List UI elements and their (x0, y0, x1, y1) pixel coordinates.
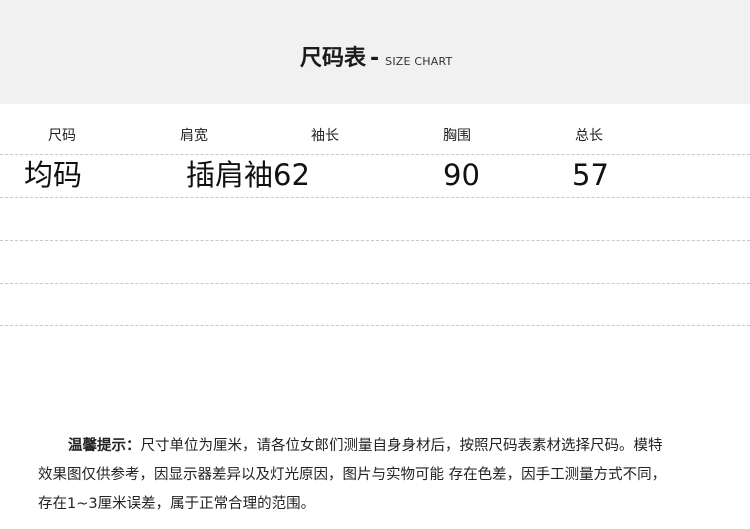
page-title: 尺码表 - SIZE CHART (300, 44, 452, 77)
cell-shoulder: 插肩袖62 (186, 158, 310, 192)
title-subtitle: SIZE CHART (385, 55, 453, 68)
header-length: 总长 (575, 128, 603, 144)
header-bust: 胸围 (443, 128, 471, 144)
row-divider (0, 197, 750, 198)
row-divider (0, 240, 750, 241)
row-divider (0, 154, 750, 155)
note-text-1: 尺寸单位为厘米，请各位女郎们测量自身身材后，按照尺码表素材选择尺码。模特 (140, 438, 663, 454)
title-main: 尺码表 (300, 46, 367, 71)
cell-size: 均码 (24, 158, 83, 192)
header-size: 尺码 (48, 128, 76, 144)
size-note: 温馨提示：尺寸单位为厘米，请各位女郎们测量自身身材后，按照尺码表素材选择尺码。模… (38, 432, 728, 519)
row-divider (0, 325, 750, 326)
note-line-1: 温馨提示：尺寸单位为厘米，请各位女郎们测量自身身材后，按照尺码表素材选择尺码。模… (38, 432, 728, 461)
title-separator: - (370, 46, 380, 71)
title-banner: 尺码表 - SIZE CHART (0, 0, 750, 104)
cell-bust: 90 (443, 158, 480, 192)
note-line-3: 存在1~3厘米误差，属于正常合理的范围。 (38, 496, 316, 512)
header-shoulder: 肩宽 (180, 128, 208, 144)
row-divider (0, 283, 750, 284)
cell-length: 57 (572, 158, 609, 192)
note-line-2: 效果图仅供参考，因显示器差异以及灯光原因，图片与实物可能 存在色差，因手工测量方… (38, 467, 667, 483)
note-label: 温馨提示： (68, 438, 141, 454)
header-sleeve: 袖长 (311, 128, 339, 144)
